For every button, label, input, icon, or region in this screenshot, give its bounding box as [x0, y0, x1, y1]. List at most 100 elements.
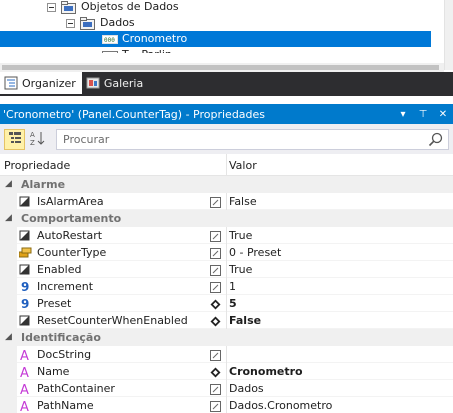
string-icon: A [19, 348, 32, 364]
property-row[interactable]: 9 Preset 5 [0, 295, 453, 312]
property-value[interactable]: False [229, 312, 261, 329]
svg-text:A: A [30, 131, 35, 139]
property-name: Increment [37, 280, 94, 293]
search-placeholder: Procurar [63, 133, 110, 146]
column-separator[interactable] [226, 154, 227, 176]
category-label: Comportamento [21, 212, 122, 225]
search-icon[interactable] [428, 132, 444, 148]
property-value[interactable]: False [229, 193, 257, 210]
edit-indicator-icon [210, 230, 221, 242]
modified-indicator-icon [210, 315, 221, 327]
property-row[interactable]: A PathName Dados.Cronometro [0, 397, 453, 413]
pin-icon[interactable]: ⊤ [417, 109, 429, 120]
category-alarme[interactable]: ◢ Alarme [0, 176, 453, 193]
category-label: Identificação [21, 331, 101, 344]
boolean-icon [19, 263, 32, 276]
property-name: DocString [37, 348, 92, 361]
property-value[interactable]: Cronometro [229, 363, 303, 380]
enum-icon [18, 246, 32, 259]
edit-indicator-icon [210, 264, 221, 276]
organizer-icon [4, 76, 18, 90]
dropdown-icon[interactable]: ▾ [397, 109, 409, 120]
property-grid: Propriedade Valor ◢ Alarme IsAlarmArea F… [0, 154, 453, 413]
boolean-icon [19, 314, 32, 327]
categorized-icon [8, 131, 22, 148]
tab-organizer[interactable]: Organizer [0, 72, 82, 94]
property-value[interactable]: True [229, 227, 252, 244]
property-row[interactable]: IsAlarmArea False [0, 193, 453, 210]
property-name: IsAlarmArea [37, 195, 104, 208]
property-row[interactable]: ResetCounterWhenEnabled False [0, 312, 453, 329]
property-value[interactable]: 5 [229, 295, 237, 312]
tree-item-dados[interactable]: Dados [66, 15, 135, 31]
string-icon: A [19, 399, 32, 413]
collapse-triangle-icon[interactable]: ◢ [5, 210, 12, 227]
edit-indicator-icon [210, 400, 221, 412]
property-row[interactable]: Enabled True [0, 261, 453, 278]
panel-tab-bar: Organizer Galeria [0, 72, 453, 96]
category-comportamento[interactable]: ◢ Comportamento [0, 210, 453, 227]
tree-item-label: Objetos de Dados [81, 0, 179, 13]
property-value[interactable]: 1 [229, 278, 236, 295]
edit-indicator-icon [210, 247, 221, 259]
property-name: PathContainer [37, 382, 115, 395]
boolean-icon [19, 229, 32, 242]
alphabetical-button[interactable]: AZ [27, 129, 48, 150]
tree-item-objetos-de-dados[interactable]: Objetos de Dados [47, 0, 179, 15]
property-value[interactable]: Dados.Cronometro [229, 397, 332, 413]
property-value[interactable]: 0 - Preset [229, 244, 281, 261]
close-icon[interactable]: ✕ [437, 109, 449, 120]
svg-text:000: 000 [104, 37, 115, 44]
properties-toolbar: AZ Procurar [0, 124, 453, 154]
property-name: Name [37, 365, 70, 378]
modified-indicator-icon [210, 366, 221, 378]
collapse-icon[interactable] [66, 18, 75, 28]
folder-data-icon [61, 0, 77, 14]
tree-item-partial[interactable]: T... Parlin... [102, 47, 182, 53]
categorized-button[interactable] [4, 128, 25, 150]
property-row[interactable]: 9 Increment 1 [0, 278, 453, 295]
property-row[interactable]: A PathContainer Dados [0, 380, 453, 398]
collapse-icon[interactable] [47, 2, 56, 12]
property-name: Enabled [37, 263, 82, 276]
search-input[interactable]: Procurar [56, 129, 449, 150]
property-row[interactable]: AutoRestart True [0, 227, 453, 244]
tab-label: Galeria [103, 76, 144, 90]
tree-horizontal-scrollbar[interactable] [0, 63, 444, 72]
property-row[interactable]: CounterType 0 - Preset [0, 244, 453, 261]
properties-title: 'Cronometro' (Panel.CounterTag) - Propri… [3, 107, 266, 121]
svg-text:Z: Z [30, 139, 35, 146]
number-icon: 9 [19, 280, 32, 294]
collapse-triangle-icon[interactable]: ◢ [5, 176, 12, 193]
edit-indicator-icon [210, 281, 221, 293]
svg-text:9: 9 [21, 280, 29, 293]
tab-galeria[interactable]: Galeria [82, 72, 149, 94]
property-value[interactable]: Dados [229, 380, 264, 397]
tree-item-label: Dados [100, 16, 135, 29]
collapse-triangle-icon[interactable]: ◢ [5, 329, 12, 346]
category-identificacao[interactable]: ◢ Identificação [0, 329, 453, 346]
boolean-icon [19, 195, 32, 208]
counter-tag-icon: 000 [102, 33, 118, 46]
property-row[interactable]: A DocString [0, 346, 453, 364]
scroll-thumb[interactable] [2, 65, 439, 70]
svg-text:9: 9 [21, 297, 29, 310]
tree-item-cronometro[interactable]: 000 Cronometro [0, 31, 431, 47]
property-row[interactable]: A Name Cronometro [0, 363, 453, 381]
edit-indicator-icon [210, 349, 221, 361]
string-icon: A [19, 365, 32, 381]
object-tree: Objetos de Dados Dados 000 Cronometro T.… [0, 0, 444, 63]
svg-text:A: A [20, 400, 29, 412]
category-label: Alarme [21, 178, 66, 191]
property-value[interactable]: True [229, 261, 252, 278]
property-name: ResetCounterWhenEnabled [37, 314, 188, 327]
property-name: CounterType [37, 246, 107, 259]
modified-indicator-icon [210, 298, 221, 310]
tree-vertical-scrollbar[interactable] [444, 0, 453, 70]
grid-header: Propriedade Valor [0, 154, 453, 176]
header-property: Propriedade [4, 159, 71, 172]
property-name: AutoRestart [37, 229, 103, 242]
tree-item-label: Cronometro [122, 32, 188, 45]
gallery-icon [86, 76, 100, 90]
property-name: PathName [37, 399, 94, 412]
